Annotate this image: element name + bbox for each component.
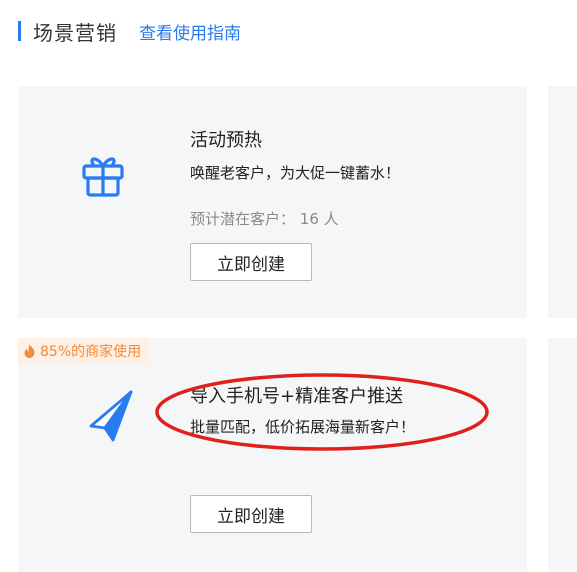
- card-title: 活动预热: [190, 130, 262, 151]
- header-accent-bar: [18, 21, 21, 41]
- section-header: 场景营销 查看使用指南: [18, 16, 241, 46]
- flame-icon: [24, 344, 35, 358]
- card-description: 唤醒老客户，为大促一键蓄水！: [190, 164, 401, 182]
- potential-customers-value: 16 人: [299, 210, 339, 228]
- paper-plane-icon: [88, 389, 134, 447]
- usage-badge: 85%的商家使用: [18, 338, 150, 364]
- gift-icon: [81, 152, 125, 202]
- campaign-card-phone-import: 85%的商家使用 导入手机号+精准客户推送 批量匹配，低价拓展海量新客户！ 立即…: [18, 338, 527, 572]
- campaign-card-preheat: 活动预热 唤醒老客户，为大促一键蓄水！ 预计潜在客户： 16 人 立即创建: [18, 86, 527, 318]
- card-description: 批量匹配，低价拓展海量新客户！: [190, 418, 416, 436]
- scene-marketing-page: 场景营销 查看使用指南 活动预热 唤醒老客户，为大促一键蓄水！ 预计潜在客户： …: [0, 0, 577, 572]
- next-card-edge: [548, 86, 577, 318]
- potential-customers: 预计潜在客户： 16 人: [190, 208, 339, 229]
- create-now-button[interactable]: 立即创建: [190, 243, 312, 281]
- card-title: 导入手机号+精准客户推送: [190, 386, 404, 407]
- create-now-button[interactable]: 立即创建: [190, 495, 312, 533]
- usage-guide-link[interactable]: 查看使用指南: [139, 19, 241, 44]
- next-card-edge: [548, 338, 577, 572]
- section-title: 场景营销: [33, 20, 117, 45]
- usage-badge-label: 85%的商家使用: [40, 344, 142, 360]
- potential-customers-label: 预计潜在客户：: [190, 210, 296, 228]
